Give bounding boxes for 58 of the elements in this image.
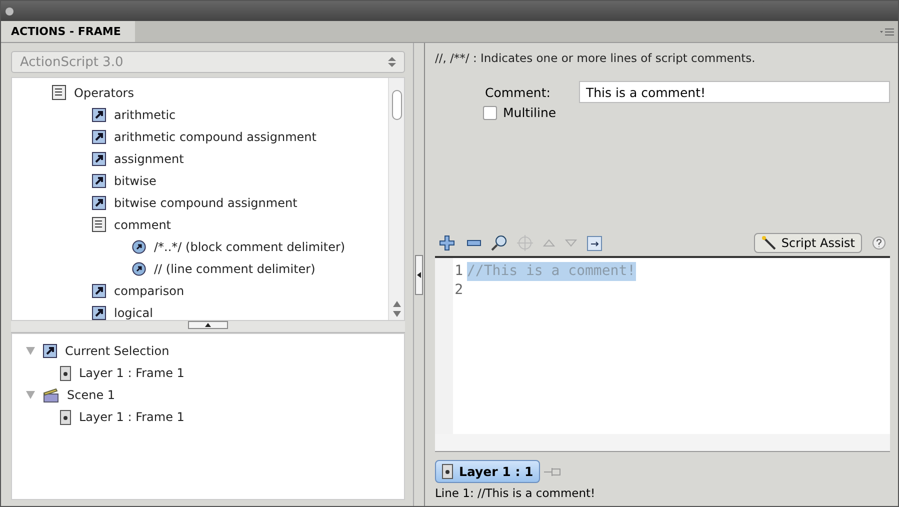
pin-icon[interactable] — [544, 466, 562, 478]
clapperboard-icon — [43, 388, 59, 402]
tree-item[interactable]: /*..*/ (block comment delimiter) — [154, 240, 346, 254]
tree-item[interactable]: // (line comment delimiter) — [154, 262, 316, 276]
tree-item[interactable]: comment — [114, 218, 172, 232]
arrow-icon — [92, 108, 106, 122]
frame-icon — [60, 410, 71, 424]
tree-item[interactable]: bitwise — [114, 174, 156, 188]
tree-item[interactable]: logical — [114, 306, 153, 320]
tree-item[interactable]: Layer 1 : Frame 1 — [79, 366, 184, 380]
help-icon[interactable] — [872, 236, 886, 250]
tree-item[interactable]: bitwise compound assignment — [114, 196, 298, 210]
minus-icon[interactable] — [467, 240, 481, 246]
scroll-thumb[interactable] — [392, 90, 402, 120]
collapse-handle-icon[interactable] — [415, 254, 423, 294]
status-line: Line 1: //This is a comment! — [435, 486, 596, 500]
close-icon[interactable] — [5, 6, 14, 16]
arrow-icon — [92, 306, 106, 320]
arrow-icon — [43, 344, 57, 358]
tree-item[interactable]: arithmetic compound assignment — [114, 130, 316, 144]
arrow-icon — [92, 196, 106, 210]
add-icon[interactable] — [439, 235, 457, 251]
tree-item[interactable]: comparison — [114, 284, 184, 298]
panel-tab[interactable]: ACTIONS - FRAME — [1, 21, 135, 42]
description-text: //, /**/ : Indicates one or more lines of script comments. — [435, 51, 756, 67]
tree-item[interactable]: Layer 1 : Frame 1 — [79, 410, 184, 424]
frame-icon — [60, 366, 71, 380]
arrow-icon — [92, 174, 106, 188]
expanded-icon[interactable] — [26, 347, 35, 355]
wand-icon — [761, 236, 778, 250]
expanded-icon[interactable] — [26, 391, 35, 399]
comment-label: Comment: — [485, 84, 552, 100]
tree-item[interactable]: Current Selection — [65, 344, 170, 358]
down-icon[interactable] — [565, 239, 577, 247]
scrollbar[interactable] — [435, 434, 890, 452]
menu-icon[interactable] — [880, 27, 894, 37]
arrow-icon — [92, 130, 106, 144]
scroll-arrows-icon[interactable] — [392, 300, 400, 318]
tree-item[interactable]: Operators — [74, 86, 134, 100]
tree-item[interactable]: assignment — [114, 152, 184, 166]
stepper-icon[interactable] — [388, 56, 396, 68]
multiline-checkbox[interactable] — [483, 106, 497, 120]
comment-field[interactable]: This is a comment! — [579, 81, 890, 103]
search-icon[interactable] — [491, 235, 507, 251]
arrow-icon — [92, 284, 106, 298]
tree-item[interactable]: arithmetic — [114, 108, 176, 122]
script-tab[interactable]: Layer 1 : 1 — [435, 460, 540, 483]
frame-icon — [442, 464, 453, 479]
tree-item[interactable]: Scene 1 — [67, 388, 116, 402]
document-icon — [52, 85, 66, 101]
line-number: 2 — [454, 281, 463, 300]
line-number: 1 — [454, 262, 463, 281]
multiline-label: Multiline — [503, 105, 556, 120]
arrow-icon — [92, 152, 106, 166]
document-icon — [92, 217, 106, 233]
splitter-handle-icon[interactable] — [188, 321, 228, 329]
script-assist-button[interactable]: Script Assist — [754, 233, 862, 253]
up-icon[interactable] — [543, 239, 555, 247]
